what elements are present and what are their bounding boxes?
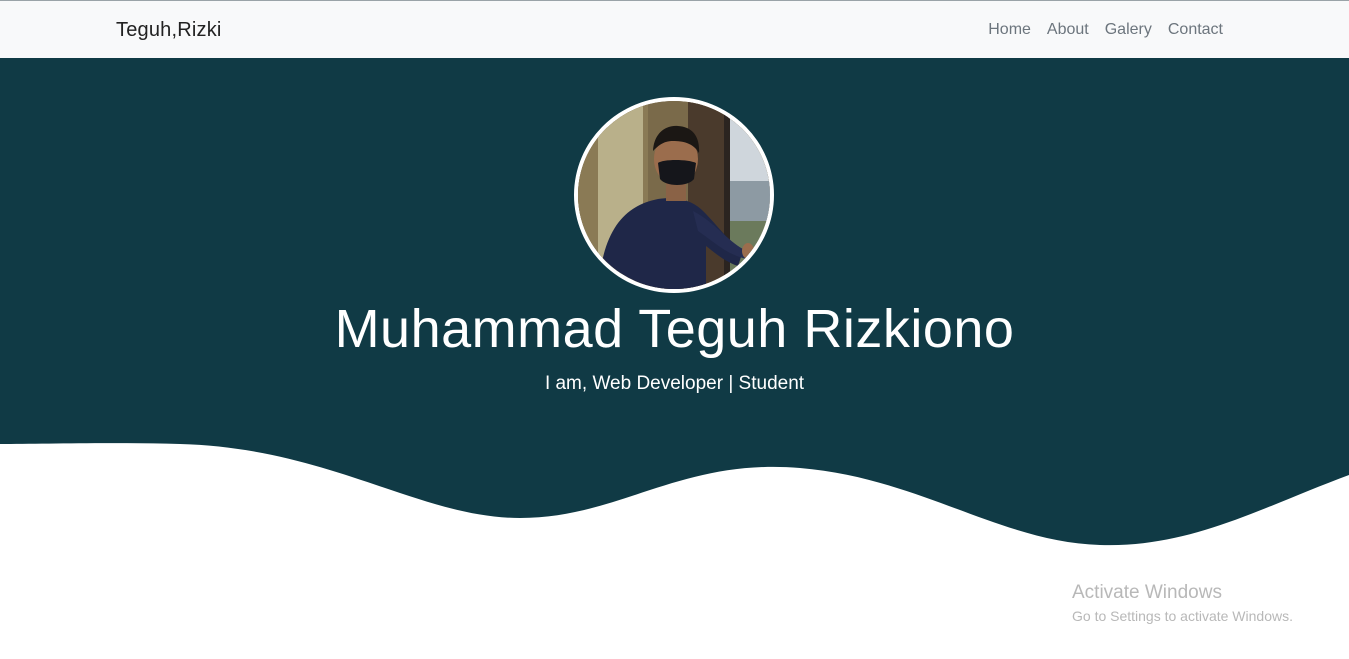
- page: Teguh,Rizki Home About Galery Contact Mu…: [0, 0, 1349, 659]
- activate-windows-title: Activate Windows: [1072, 582, 1222, 603]
- navbar-brand[interactable]: Teguh,Rizki: [116, 19, 222, 42]
- nav-links: Home About Galery Contact: [988, 21, 1223, 39]
- profile-photo: [574, 97, 774, 293]
- hero-subtitle: I am, Web Developer | Student: [544, 373, 805, 394]
- nav-link-about[interactable]: About: [1047, 21, 1089, 39]
- nav-link-galery[interactable]: Galery: [1105, 21, 1152, 39]
- navbar: Teguh,Rizki Home About Galery Contact: [0, 1, 1349, 58]
- activate-windows-watermark: Activate Windows Go to Settings to activ…: [1072, 582, 1293, 627]
- nav-link-home[interactable]: Home: [988, 21, 1031, 39]
- nav-link-contact[interactable]: Contact: [1168, 21, 1223, 39]
- activate-windows-subtitle: Go to Settings to activate Windows.: [1072, 608, 1293, 624]
- hero-name: Muhammad Teguh Rizkiono: [334, 299, 1015, 359]
